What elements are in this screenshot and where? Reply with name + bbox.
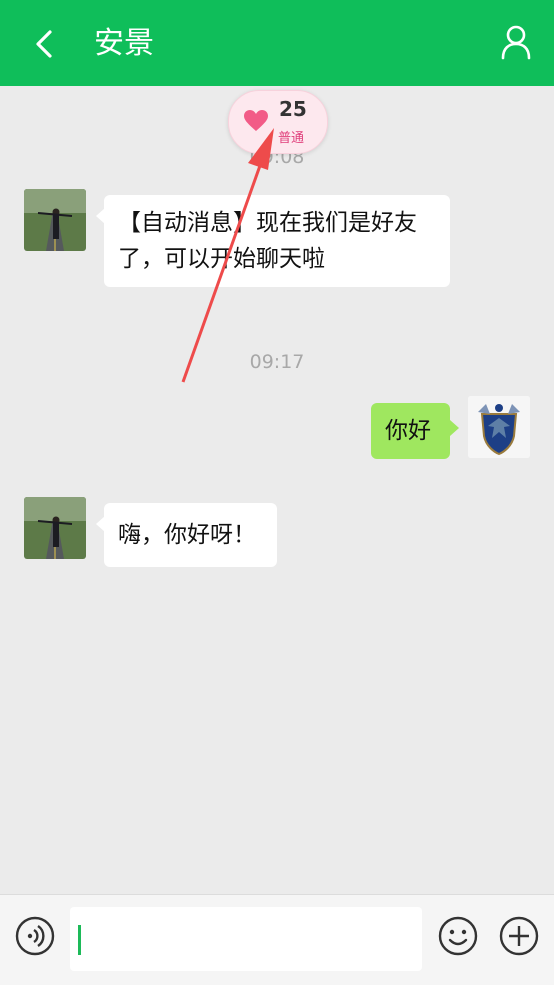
emoji-icon[interactable] bbox=[437, 915, 479, 957]
text-caret bbox=[78, 925, 81, 955]
annotation-arrow bbox=[181, 128, 274, 383]
message-input[interactable] bbox=[70, 907, 422, 971]
plus-icon[interactable] bbox=[498, 915, 540, 957]
voice-input-icon[interactable] bbox=[14, 915, 56, 957]
input-bar bbox=[0, 894, 554, 985]
